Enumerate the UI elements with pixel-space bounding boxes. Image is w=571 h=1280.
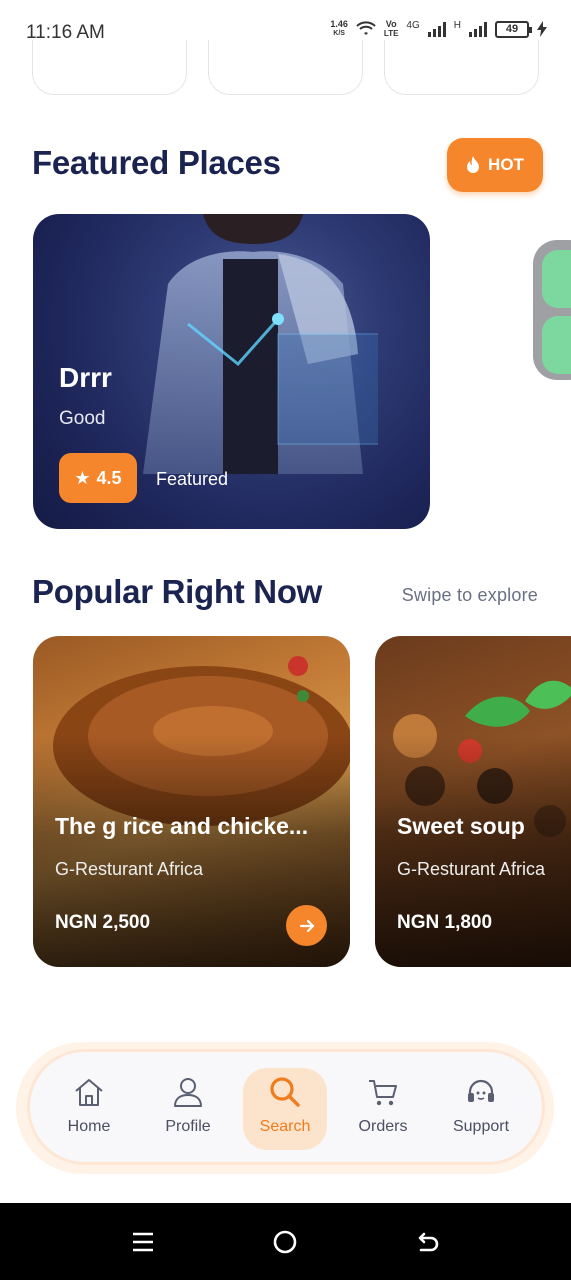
signal-icon	[427, 21, 446, 37]
nav-home-label: Home	[67, 1118, 111, 1135]
floating-side-widget[interactable]	[533, 240, 571, 380]
rating-value: 4.5	[96, 467, 122, 488]
featured-place-name: Drrr	[59, 362, 112, 393]
android-icon[interactable]	[542, 250, 571, 308]
swipe-hint: Swipe to explore	[401, 585, 538, 605]
hot-label: HOT	[488, 155, 524, 174]
nav-home[interactable]: Home	[47, 1068, 131, 1150]
signal-icon-2	[469, 21, 487, 37]
system-nav-bar	[0, 1203, 571, 1280]
user-icon	[174, 1078, 202, 1107]
battery-icon: 49	[495, 20, 532, 38]
popular-item-name: Sweet soup	[397, 813, 525, 839]
featured-title: Featured Places	[32, 144, 281, 181]
arrow-right-icon	[299, 919, 314, 932]
featured-tag: Featured	[156, 469, 229, 489]
popular-item-name: The g rice and chicke...	[55, 813, 309, 839]
back-icon[interactable]	[413, 1227, 443, 1257]
cart-icon	[369, 1080, 397, 1106]
flame-icon	[467, 156, 480, 173]
popular-item-restaurant: G-Resturant Africa	[397, 859, 546, 879]
nav-search[interactable]: Search	[243, 1068, 327, 1150]
nav-support[interactable]: Support	[439, 1068, 523, 1150]
nav-profile-label: Profile	[165, 1118, 211, 1135]
category-card[interactable]	[208, 40, 363, 95]
view-item-button[interactable]	[286, 905, 327, 946]
network-speed: 1.46 K/S	[330, 19, 348, 38]
wifi-icon	[356, 21, 376, 35]
popular-item-price: NGN 1,800	[397, 912, 493, 933]
nav-profile[interactable]: Profile	[146, 1068, 230, 1150]
popular-item-card[interactable]: The g rice and chicke... G-Resturant Afr…	[33, 636, 350, 967]
network-h: H	[453, 20, 461, 31]
featured-place-card[interactable]: Drrr Good ★ 4.5 Featured	[33, 214, 430, 529]
home-circle-icon[interactable]	[270, 1227, 300, 1257]
status-icons: 1.46 K/S Vo LTE 4G H 49	[330, 20, 547, 38]
network-4g: 4G	[406, 20, 420, 31]
nav-support-label: Support	[452, 1118, 510, 1135]
category-card[interactable]	[32, 40, 187, 95]
volte-indicator: Vo LTE	[383, 19, 399, 39]
category-card[interactable]	[384, 40, 539, 95]
nav-orders[interactable]: Orders	[341, 1068, 425, 1150]
popular-title: Popular Right Now	[32, 573, 323, 610]
home-icon	[75, 1079, 103, 1106]
charging-icon	[537, 21, 547, 37]
nav-search-label: Search	[259, 1118, 311, 1135]
featured-place-subtitle: Good	[59, 408, 106, 429]
star-icon: ★	[74, 467, 91, 488]
popular-item-price: NGN 2,500	[55, 912, 151, 933]
hot-button[interactable]: HOT	[447, 138, 543, 192]
headset-icon	[468, 1079, 494, 1102]
nav-orders-label: Orders	[358, 1118, 408, 1135]
menu-icon[interactable]	[128, 1227, 158, 1257]
popular-item-card[interactable]: Sweet soup G-Resturant Africa NGN 1,800	[375, 636, 571, 967]
more-icon[interactable]	[542, 316, 571, 374]
rating-badge: ★ 4.5	[59, 453, 137, 503]
search-icon	[270, 1077, 300, 1107]
popular-item-restaurant: G-Resturant Africa	[55, 859, 204, 879]
